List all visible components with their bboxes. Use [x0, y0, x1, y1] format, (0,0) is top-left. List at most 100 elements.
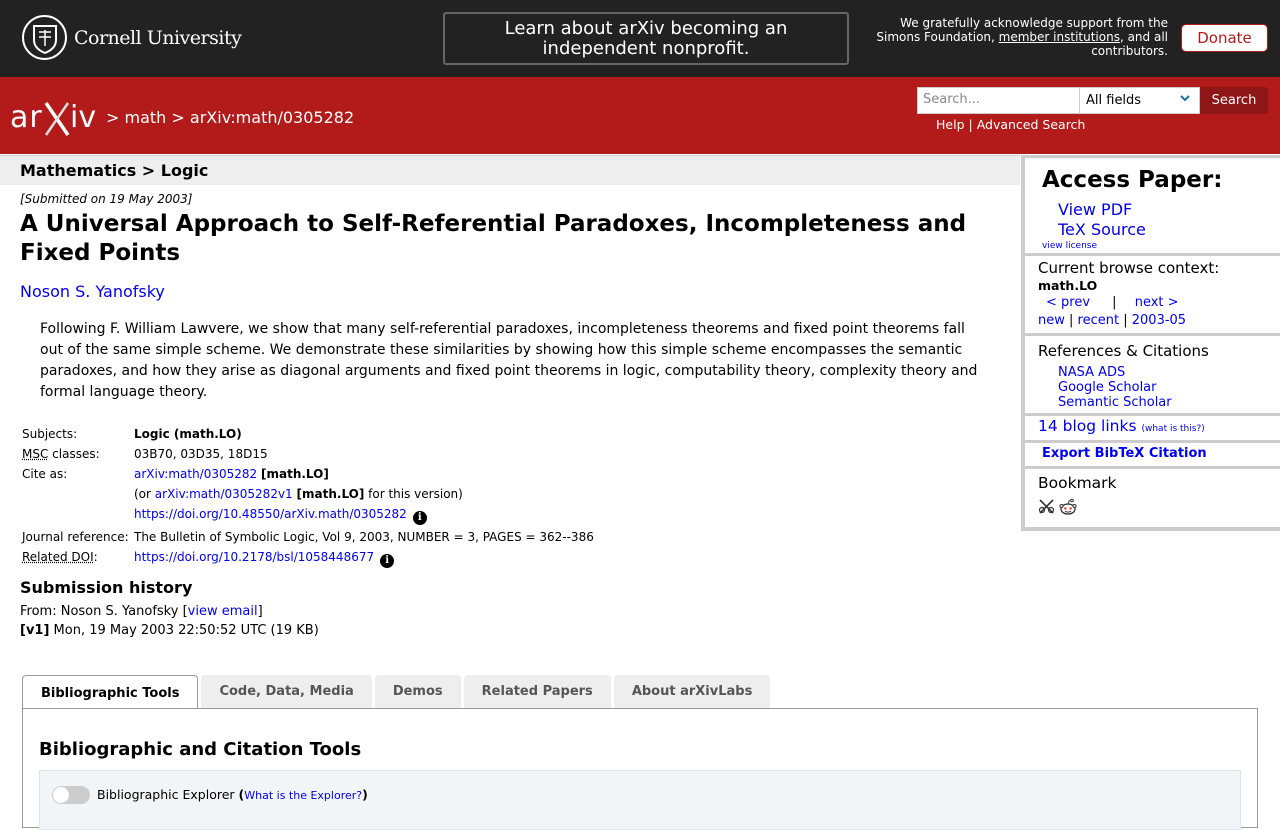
table-row: Cite as: arXiv:math/0305282 [math.LO] (o…	[20, 465, 596, 528]
submission-from: From: Noson S. Yanofsky [view email]	[20, 604, 263, 619]
semantic-scholar-link[interactable]: Semantic Scholar	[1058, 395, 1172, 410]
svg-text:ar: ar	[10, 100, 43, 135]
tab-related-papers[interactable]: Related Papers	[464, 675, 611, 708]
browse-context-box: Current browse context: math.LO < prev |…	[1025, 256, 1280, 333]
msc-label: MSC classes:	[20, 445, 132, 465]
cornell-name: Cornell University	[74, 27, 241, 49]
primary-subject: Logic (math.LO)	[134, 427, 242, 441]
abstract: Following F. William Lawvere, we show th…	[40, 319, 980, 403]
breadcrumb-sep: >	[171, 108, 184, 127]
donate-button[interactable]: Donate	[1181, 24, 1268, 52]
view-pdf-link[interactable]: View PDF	[1058, 200, 1132, 219]
cite-version-link[interactable]: arXiv:math/0305282v1	[155, 487, 293, 501]
sidebar: Access Paper: View PDF TeX Source view l…	[1021, 155, 1280, 531]
bibsonomy-icon[interactable]	[1038, 498, 1055, 515]
advanced-search-link[interactable]: Advanced Search	[977, 117, 1086, 132]
breadcrumb-math[interactable]: math	[125, 108, 167, 127]
cite-tag: [math.LO]	[261, 467, 329, 481]
related-doi-link[interactable]: https://doi.org/10.2178/bsl/1058448677	[134, 550, 374, 564]
info-icon[interactable]: i	[413, 511, 427, 525]
msc-abbr: MSC	[22, 447, 48, 461]
date-sep: |	[1069, 313, 1073, 328]
arxiv-logo-icon[interactable]: ar iv	[10, 97, 102, 139]
cite-value: arXiv:math/0305282 [math.LO] (or arXiv:m…	[132, 465, 596, 528]
subjects-label: Subjects:	[20, 425, 132, 445]
search-field-value: All fields	[1086, 93, 1141, 108]
chevron-down-icon	[1179, 91, 1191, 109]
view-license-link[interactable]: view license	[1042, 241, 1097, 251]
subject-heading: Mathematics > Logic	[20, 161, 208, 180]
explorer-toggle[interactable]	[52, 786, 90, 804]
cite-version-tag: [math.LO]	[297, 487, 365, 501]
cite-or: (or	[134, 487, 155, 501]
related-doi-abbr: Related DOI	[22, 550, 94, 564]
access-paper-box: Access Paper: View PDF TeX Source view l…	[1025, 158, 1280, 253]
what-is-this-link[interactable]: (what is this?)	[1141, 417, 1204, 435]
support-text: We gratefully acknowledge support from t…	[866, 16, 1168, 58]
related-doi-value: https://doi.org/10.2178/bsl/1058448677 i	[132, 548, 596, 571]
tab-demos[interactable]: Demos	[375, 675, 461, 708]
nasa-ads-link[interactable]: NASA ADS	[1058, 365, 1125, 380]
table-row: MSC classes: 03B70, 03D35, 18D15	[20, 445, 596, 465]
search-links-sep: |	[968, 117, 972, 132]
cite-doi-link[interactable]: https://doi.org/10.48550/arXiv.math/0305…	[134, 507, 407, 521]
table-row: Related DOI: https://doi.org/10.2178/bsl…	[20, 548, 596, 571]
bookmark-box: Bookmark	[1025, 469, 1280, 527]
breadcrumb: > math > arXiv:math/0305282	[106, 108, 354, 127]
blog-links-link[interactable]: 14 blog links	[1038, 417, 1137, 435]
nonprofit-banner[interactable]: Learn about arXiv becoming an independen…	[443, 12, 849, 65]
submission-date: [Submitted on 19 May 2003]	[20, 192, 192, 206]
blog-links-box: 14 blog links (what is this?)	[1025, 416, 1280, 440]
svg-text:iv: iv	[70, 100, 96, 135]
tex-source-link[interactable]: TeX Source	[1058, 220, 1146, 239]
msc-label-rest: classes:	[48, 447, 99, 461]
metadata-table: Subjects: Logic (math.LO) MSC classes: 0…	[20, 425, 596, 571]
tab-about-arxivlabs[interactable]: About arXivLabs	[614, 675, 771, 708]
tab-code-data-media[interactable]: Code, Data, Media	[201, 675, 371, 708]
info-icon[interactable]: i	[380, 554, 394, 568]
reddit-icon[interactable]	[1059, 498, 1077, 516]
blog-links: 14 blog links (what is this?)	[1038, 417, 1205, 435]
breadcrumb-paper-id[interactable]: arXiv:math/0305282	[190, 108, 354, 127]
new-link[interactable]: new	[1038, 313, 1065, 328]
view-email-link[interactable]: view email	[188, 604, 258, 619]
recent-link[interactable]: recent	[1078, 313, 1120, 328]
prev-next-nav: < prev | next >	[1046, 295, 1179, 310]
date-links: new | recent | 2003-05	[1038, 313, 1186, 328]
arxiv-header: ar iv > math > arXiv:math/0305282 Search…	[0, 77, 1280, 154]
version-text: Mon, 19 May 2003 22:50:52 UTC (19 KB)	[49, 623, 318, 638]
version-tag: [v1]	[20, 623, 49, 638]
cite-arxiv-link[interactable]: arXiv:math/0305282	[134, 467, 257, 481]
references-heading: References & Citations	[1038, 342, 1209, 360]
cornell-logo[interactable]: Cornell University	[22, 15, 241, 60]
table-row: Journal reference: The Bulletin of Symbo…	[20, 528, 596, 548]
prev-link[interactable]: < prev	[1046, 295, 1090, 310]
search-input[interactable]: Search...	[917, 87, 1080, 114]
author-link[interactable]: Noson S. Yanofsky	[20, 282, 165, 301]
google-scholar-link[interactable]: Google Scholar	[1058, 380, 1157, 395]
explorer-box: Bibliographic Explorer (What is the Expl…	[39, 770, 1241, 830]
member-institutions-link[interactable]: member institutions	[999, 30, 1120, 44]
table-row: Subjects: Logic (math.LO)	[20, 425, 596, 445]
related-doi-label: Related DOI:	[20, 548, 132, 571]
search-button[interactable]: Search	[1200, 87, 1268, 114]
version-v1: [v1] Mon, 19 May 2003 22:50:52 UTC (19 K…	[20, 623, 319, 638]
labs-tabs: Bibliographic Tools Code, Data, Media De…	[22, 675, 773, 709]
journal-label: Journal reference:	[20, 528, 132, 548]
search-field-select[interactable]: All fields	[1079, 87, 1200, 114]
breadcrumb-sep: >	[106, 108, 119, 127]
tab-bibliographic-tools[interactable]: Bibliographic Tools	[22, 675, 198, 709]
references-box: References & Citations NASA ADS Google S…	[1025, 336, 1280, 413]
tab-panel: Bibliographic and Citation Tools Bibliog…	[22, 708, 1258, 828]
browse-context-label: Current browse context:	[1038, 259, 1219, 277]
next-link[interactable]: next >	[1135, 295, 1179, 310]
access-paper-heading: Access Paper:	[1042, 167, 1222, 193]
cornell-bar: Cornell University Learn about arXiv bec…	[0, 0, 1280, 77]
submission-history-heading: Submission history	[20, 578, 192, 597]
month-link[interactable]: 2003-05	[1132, 313, 1186, 328]
msc-value: 03B70, 03D35, 18D15	[132, 445, 596, 465]
export-bibtex-link[interactable]: Export BibTeX Citation	[1042, 446, 1207, 461]
what-is-explorer-link[interactable]: What is the Explorer?	[244, 789, 362, 802]
help-link[interactable]: Help	[936, 117, 965, 132]
subjects-value: Logic (math.LO)	[132, 425, 596, 445]
